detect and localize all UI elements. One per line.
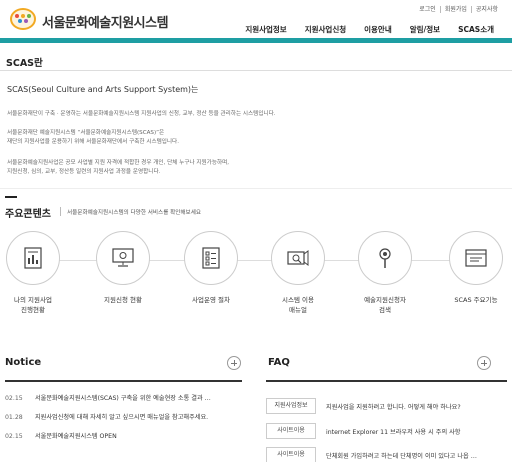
service-label-line1: 예술지원신청자 [364, 296, 406, 304]
intro-paragraph-1: 서울문화재단이 구축 · 운영하는 서울문화예술지원시스템 지원사업의 신청, … [7, 111, 276, 117]
service-circle [358, 231, 412, 285]
faq-item[interactable]: 사이트이용 단체회원 가입하려고 하는데 단체명이 이미 있다고 나옵 … [266, 447, 477, 462]
divider [5, 380, 242, 382]
header: 서울문화예술지원시스템 로그인 회원가입 공지사항 지원사업정보 지원사업신청 … [0, 0, 512, 38]
manual-icon [287, 250, 309, 266]
faq-item[interactable]: 지원사업정보 지원사업을 지원하려고 합니다. 어떻게 해야 하나요? [266, 398, 461, 414]
faq-text: 단체회원 가입하려고 하는데 단체명이 이미 있다고 나옵 … [326, 452, 477, 460]
service-circle [449, 231, 503, 285]
faq-category: 사이트이용 [266, 423, 316, 439]
logo-dots [15, 14, 31, 24]
notice-text: 지원사업신청에 대해 자세히 알고 싶으시면 매뉴얼을 참고해주세요. [34, 414, 209, 421]
notice-text: 서울문화예술지원시스템(SCAS) 구축을 위한 예술현장 소통 결과 … [34, 395, 211, 402]
header-accent-bar [0, 38, 512, 43]
service-my-progress[interactable]: 나의 지원사업 진행현황 [3, 231, 63, 315]
service-label-line1: 사업운영 절차 [192, 296, 230, 304]
service-label: 사업운영 절차 [181, 295, 241, 305]
divider [266, 380, 507, 382]
page-title: SCAS란 [6, 58, 43, 69]
faq-title: FAQ [268, 357, 290, 368]
faq-more-icon[interactable] [477, 356, 491, 370]
faq-text: 지원사업을 지원하려고 합니다. 어떻게 해야 하나요? [326, 403, 461, 411]
faq-text: internet Explorer 11 브라우저 사용 시 주의 사항 [326, 428, 461, 436]
service-label-line2: 매뉴얼 [289, 306, 307, 314]
service-manual[interactable]: 시스템 이용 매뉴얼 [268, 231, 328, 315]
notice-date: 01.28 [5, 414, 23, 421]
nav-item-about[interactable]: SCAS소개 [458, 24, 494, 35]
service-procedure[interactable]: 사업운영 절차 [181, 231, 241, 305]
service-applicant-search[interactable]: 예술지원신청자 검색 [355, 231, 415, 315]
utility-links: 로그인 회원가입 공지사항 [415, 6, 502, 13]
service-label: 시스템 이용 매뉴얼 [268, 295, 328, 315]
intro-paragraph-2b: 재단의 지원사업을 운용하기 위해 서울문화재단에서 구축한 시스템입니다. [7, 139, 179, 145]
nav-item-guide[interactable]: 이용안내 [364, 24, 392, 35]
service-label: 지원신청 현황 [93, 295, 153, 305]
service-label: 나의 지원사업 진행현황 [3, 295, 63, 315]
site-title[interactable]: 서울문화예술지원시스템 [42, 12, 169, 31]
faq-category: 지원사업정보 [266, 398, 316, 414]
notice-text: 서울문화예술지원시스템 OPEN [34, 433, 117, 440]
document-chart-icon [24, 247, 42, 269]
service-circle [271, 231, 325, 285]
nav-item-support-info[interactable]: 지원사업정보 [245, 24, 286, 35]
search-icon [379, 248, 391, 268]
service-key-features[interactable]: SCAS 주요기능 [446, 231, 506, 305]
nav-item-support-apply[interactable]: 지원사업신청 [305, 24, 346, 35]
main-content-subtitle: 서울문화예술지원시스템의 다양한 서비스를 확인해보세요 [67, 210, 201, 216]
service-label-line1: 지원신청 현황 [104, 296, 142, 304]
checklist-icon [202, 247, 220, 269]
service-label: 예술지원신청자 검색 [355, 295, 415, 315]
main-content-title: 주요콘텐츠 [5, 209, 51, 220]
service-label-line2: 진행현황 [21, 306, 45, 314]
notice-item[interactable]: 02.15 서울문화예술지원시스템(SCAS) 구축을 위한 예술현장 소통 결… [5, 393, 211, 402]
divider [60, 207, 61, 216]
faq-item[interactable]: 사이트이용 internet Explorer 11 브라우저 사용 시 주의 … [266, 423, 460, 439]
intro-paragraph-3b: 지원신청, 심의, 교부, 정산등 일련의 지원사업 과정을 운영합니다. [7, 169, 161, 175]
divider [0, 188, 512, 189]
notice-title: Notice [5, 357, 42, 368]
section-marker [5, 196, 17, 198]
notice-more-icon[interactable] [227, 356, 241, 370]
service-circle [6, 231, 60, 285]
service-label-line1: 시스템 이용 [282, 296, 314, 304]
faq-category: 사이트이용 [266, 447, 316, 462]
service-label: SCAS 주요기능 [446, 295, 506, 305]
main-nav: 지원사업정보 지원사업신청 이용안내 알림/정보 SCAS소개 [245, 24, 494, 35]
intro-heading: SCAS(Seoul Culture and Arts Support Syst… [7, 85, 199, 94]
service-circle [184, 231, 238, 285]
notice-item[interactable]: 01.28 지원사업신청에 대해 자세히 알고 싶으시면 매뉴얼을 참고해주세요… [5, 412, 208, 421]
login-link[interactable]: 로그인 [415, 6, 440, 13]
service-label-line1: 나의 지원사업 [14, 296, 52, 304]
notice-link[interactable]: 공지사항 [470, 6, 502, 13]
intro-paragraph-3a: 서울문화예술지원사업은 공모 사업별 지원 자격에 적합한 경우 개인, 단체 … [7, 160, 230, 166]
service-label-line2: 검색 [379, 306, 391, 314]
notice-date: 02.15 [5, 433, 23, 440]
signup-link[interactable]: 회원가입 [439, 6, 471, 13]
service-circle [96, 231, 150, 285]
intro-paragraph-2a: 서울문화재단 예술지원시스템 “서울문화예술지원시스템(SCAS)”은 [7, 130, 165, 136]
browser-icon [465, 249, 487, 267]
service-apply-status[interactable]: 지원신청 현황 [93, 231, 153, 305]
notice-date: 02.15 [5, 395, 23, 402]
service-label-line1: SCAS 주요기능 [454, 296, 498, 304]
notice-item[interactable]: 02.15 서울문화예술지원시스템 OPEN [5, 431, 117, 440]
site-logo[interactable] [10, 8, 36, 30]
monitor-icon [112, 248, 134, 267]
divider [0, 70, 512, 71]
nav-item-news[interactable]: 알림/정보 [410, 24, 440, 35]
